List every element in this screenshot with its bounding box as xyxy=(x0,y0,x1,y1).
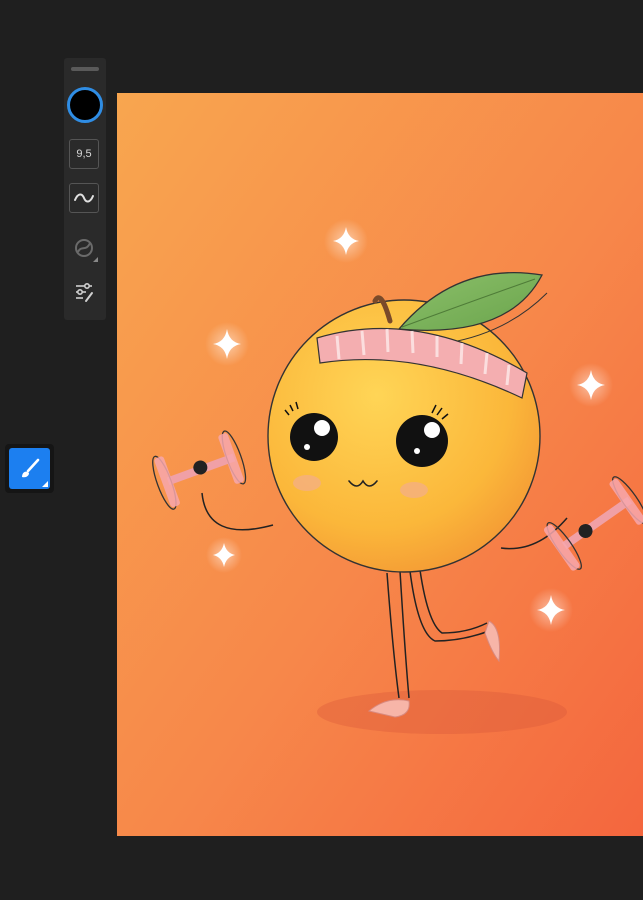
more-options-indicator xyxy=(93,257,98,262)
smoothing-wave-icon xyxy=(74,193,94,203)
brush-settings-button[interactable] xyxy=(69,277,99,307)
brush-tool-button[interactable] xyxy=(5,444,54,493)
stabilizer-button[interactable] xyxy=(69,233,99,263)
brush-icon xyxy=(21,458,39,477)
toolbar-drag-handle[interactable] xyxy=(71,67,99,71)
color-swatch[interactable] xyxy=(67,87,103,123)
brush-size-field[interactable]: 9,5 xyxy=(69,139,99,169)
orange-character-illustration xyxy=(117,93,643,836)
brush-tool-active[interactable] xyxy=(9,448,50,489)
smoothing-button[interactable] xyxy=(69,183,99,213)
brush-toolbar: 9,5 xyxy=(64,58,106,320)
tool-options-indicator xyxy=(42,481,48,487)
brush-settings-icon xyxy=(76,282,93,302)
drawing-canvas[interactable] xyxy=(117,93,643,836)
